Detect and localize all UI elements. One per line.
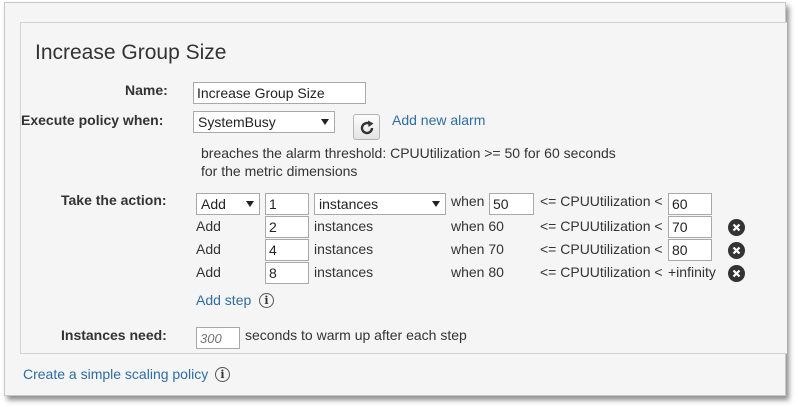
step-unit-label: instances — [314, 241, 374, 257]
step-action-label: Add — [196, 218, 221, 234]
info-icon[interactable]: i — [259, 293, 274, 308]
step-policy-panel — [20, 22, 787, 354]
step-count-input[interactable] — [265, 216, 309, 238]
chevron-down-icon — [321, 119, 329, 125]
step-upper-bound-input[interactable] — [668, 193, 712, 215]
step-action-label: Add — [196, 264, 221, 280]
step-lower-bound-input[interactable] — [489, 193, 534, 215]
step-comparison-label: <= CPUUtilization < — [540, 193, 663, 209]
alarm-description-line2: for the metric dimensions — [201, 163, 358, 179]
step-upper-bound-input[interactable] — [668, 239, 712, 261]
step-comparison-label: <= CPUUtilization < — [540, 241, 663, 257]
name-label: Name: — [125, 82, 168, 98]
remove-step-button[interactable] — [728, 242, 745, 259]
step-action-select[interactable]: Add — [196, 193, 260, 215]
step-comparison-label: <= CPUUtilization < — [540, 264, 663, 280]
execute-policy-label: Execute policy when: — [21, 112, 164, 128]
step-action-value: Add — [201, 196, 226, 212]
refresh-icon — [360, 120, 374, 135]
info-icon[interactable]: i — [215, 367, 230, 382]
step-unit-label: instances — [314, 264, 374, 280]
take-action-label: Take the action: — [61, 192, 167, 208]
remove-step-button[interactable] — [728, 265, 745, 282]
step-comparison-label: <= CPUUtilization < — [540, 218, 663, 234]
name-input[interactable] — [193, 82, 366, 104]
step-count-input[interactable] — [265, 239, 309, 261]
chevron-down-icon — [432, 201, 440, 207]
step-unit-select[interactable]: instances — [314, 193, 446, 215]
close-icon — [732, 246, 741, 255]
chevron-down-icon — [246, 201, 254, 207]
step-count-input[interactable] — [265, 193, 309, 215]
warmup-seconds-input[interactable] — [196, 327, 240, 349]
instances-need-label: Instances need: — [61, 327, 167, 343]
step-upper-bound-label: +infinity — [668, 264, 716, 280]
warmup-suffix: seconds to warm up after each step — [245, 327, 467, 343]
step-when-label: when 60 — [451, 218, 504, 234]
step-when-label: when 80 — [451, 264, 504, 280]
step-upper-bound-input[interactable] — [668, 216, 712, 238]
step-count-input[interactable] — [265, 262, 309, 284]
step-unit-label: instances — [314, 218, 374, 234]
add-step-link[interactable]: Add step — [196, 292, 251, 308]
close-icon — [732, 223, 741, 232]
simple-scaling-policy-link[interactable]: Create a simple scaling policy — [23, 366, 208, 382]
remove-step-button[interactable] — [728, 219, 745, 236]
step-when-label: when 70 — [451, 241, 504, 257]
refresh-alarms-button[interactable] — [353, 114, 380, 140]
add-new-alarm-link[interactable]: Add new alarm — [392, 112, 485, 128]
step-action-label: Add — [196, 241, 221, 257]
alarm-description-line1: breaches the alarm threshold: CPUUtiliza… — [201, 145, 616, 161]
policy-title: Increase Group Size — [35, 41, 227, 64]
step-when-label: when — [451, 193, 485, 209]
alarm-select-value: SystemBusy — [198, 114, 276, 130]
step-unit-value: instances — [319, 196, 379, 212]
alarm-select[interactable]: SystemBusy — [193, 111, 335, 133]
close-icon — [732, 269, 741, 278]
